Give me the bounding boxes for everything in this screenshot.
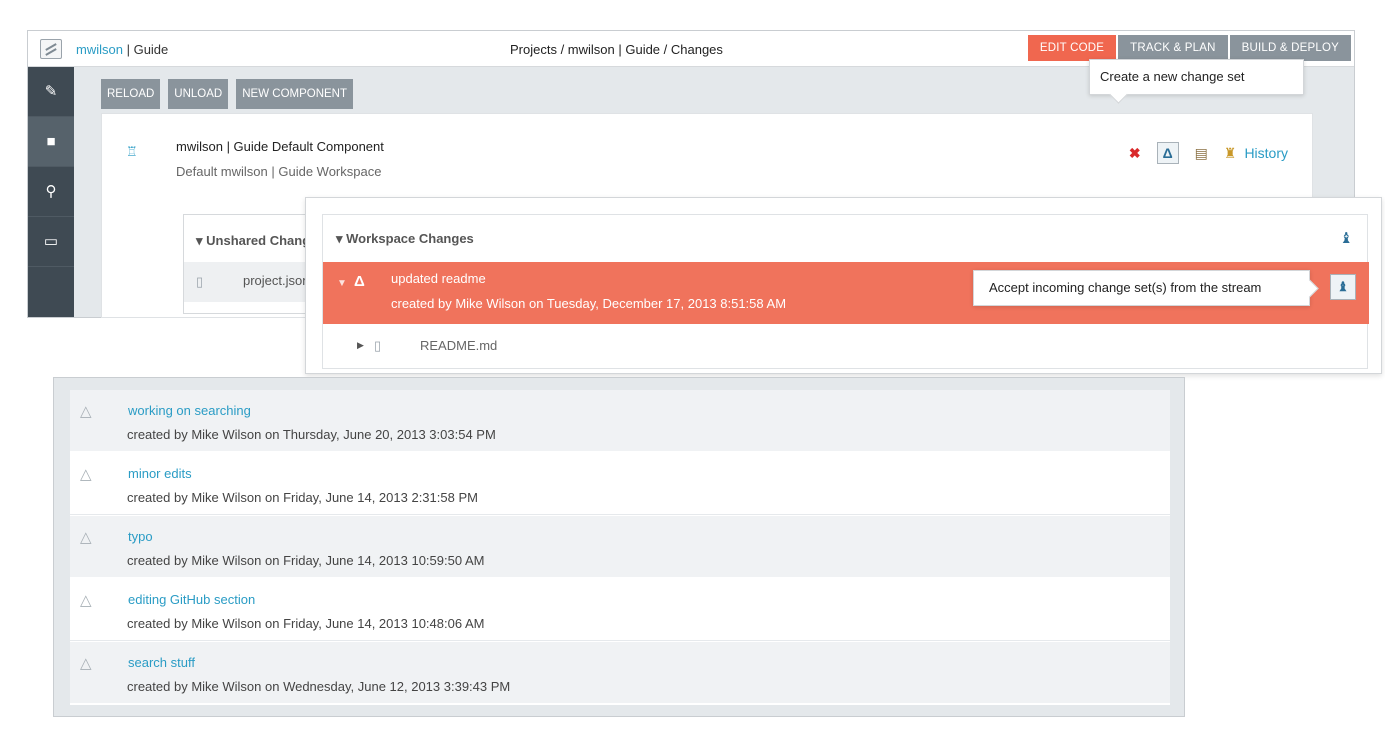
change-set-meta: created by Mike Wilson on Friday, June 1… [127, 490, 478, 505]
component-toolbar: RELOAD UNLOAD NEW COMPONENT [101, 79, 361, 109]
change-set-meta: created by Mike Wilson on Thursday, June… [127, 427, 496, 442]
change-set-icon: △ [80, 592, 92, 609]
change-set-icon: △ [80, 466, 92, 483]
console-icon: ▭ [43, 233, 59, 250]
project-name: Guide [133, 42, 169, 57]
list-item[interactable]: △ working on searching created by Mike W… [70, 390, 1170, 452]
workspace-changes-header[interactable]: ▾ Workspace Changes [336, 231, 474, 247]
sidebar-item-search[interactable]: ⚲ [28, 167, 74, 217]
list-item[interactable]: △ editing GitHub section created by Mike… [70, 579, 1170, 641]
project-separator: | [122, 42, 134, 57]
collapse-caret-icon[interactable]: ▼ [337, 278, 347, 289]
component-icon: ♖ [126, 144, 138, 159]
new-component-button[interactable]: NEW COMPONENT [236, 79, 354, 109]
repository-icon: ■ [46, 133, 56, 150]
change-set-meta: created by Mike Wilson on Tuesday, Decem… [391, 296, 787, 311]
sidebar-item-repository[interactable]: ■ [28, 117, 74, 167]
tab-track-and-plan[interactable]: TRACK & PLAN [1118, 35, 1228, 61]
change-set-meta: created by Mike Wilson on Wednesday, Jun… [127, 679, 511, 694]
change-set-title[interactable]: updated readme [391, 271, 486, 286]
list-item[interactable]: ▶ ▯ README.md [323, 326, 1369, 366]
change-set-icon: Δ [354, 273, 365, 290]
accept-all-icon[interactable]: ♝ [1340, 229, 1353, 247]
search-icon: ⚲ [45, 183, 57, 200]
change-history-list: △ working on searching created by Mike W… [70, 390, 1170, 705]
remove-icon[interactable]: ✖ [1129, 145, 1141, 162]
app-logo-icon[interactable] [40, 39, 62, 59]
accept-change-set-icon[interactable]: ♝ [1330, 274, 1356, 300]
component-title: mwilson | Guide Default Component [176, 139, 384, 154]
change-set-meta: created by Mike Wilson on Friday, June 1… [127, 553, 485, 568]
file-name: README.md [420, 338, 498, 353]
main-nav-tabs: EDIT CODE TRACK & PLAN BUILD & DEPLOY [1026, 35, 1351, 61]
unload-button[interactable]: UNLOAD [168, 79, 229, 109]
side-nav: ✎ ■ ⚲ ▭ [28, 67, 74, 317]
change-set-icon: △ [80, 655, 92, 672]
file-icon: ▯ [196, 274, 204, 289]
history-icon[interactable]: ♜ [1224, 145, 1237, 162]
sidebar-item-console[interactable]: ▭ [28, 217, 74, 267]
list-item[interactable]: △ typo created by Mike Wilson on Friday,… [70, 516, 1170, 578]
snapshot-icon[interactable]: ▤ [1195, 145, 1208, 162]
change-history-panel: △ working on searching created by Mike W… [53, 377, 1185, 717]
change-set-title[interactable]: search stuff [128, 655, 195, 670]
change-set-title[interactable]: editing GitHub section [128, 592, 255, 607]
component-actions: ✖ Δ ▤ ♜ History [1113, 142, 1288, 164]
list-item[interactable]: △ search stuff created by Mike Wilson on… [70, 642, 1170, 704]
expand-caret-icon[interactable]: ▶ [357, 340, 364, 351]
file-icon: ▯ [374, 338, 382, 353]
pencil-icon: ✎ [44, 83, 58, 100]
change-set-meta: created by Mike Wilson on Friday, June 1… [127, 616, 485, 631]
change-set-icon: △ [80, 529, 92, 546]
change-set-icon: △ [80, 403, 92, 420]
file-name: project.json [243, 273, 310, 288]
tab-edit-code[interactable]: EDIT CODE [1027, 35, 1117, 61]
history-link[interactable]: History [1244, 145, 1288, 161]
tooltip-accept-change-sets: Accept incoming change set(s) from the s… [973, 270, 1310, 306]
breadcrumb: Projects / mwilson | Guide / Changes [510, 42, 723, 57]
reload-button[interactable]: RELOAD [101, 79, 161, 109]
sidebar-item-edit[interactable]: ✎ [28, 67, 74, 117]
list-item[interactable]: △ minor edits created by Mike Wilson on … [70, 453, 1170, 515]
project-title: mwilson | Guide [76, 42, 168, 57]
change-set-title[interactable]: typo [128, 529, 153, 544]
change-set-title[interactable]: working on searching [128, 403, 251, 418]
component-subtitle: Default mwilson | Guide Workspace [176, 164, 382, 179]
tooltip-new-change-set: Create a new change set [1089, 59, 1304, 95]
tab-build-and-deploy[interactable]: BUILD & DEPLOY [1229, 35, 1351, 61]
change-set-title[interactable]: minor edits [128, 466, 192, 481]
project-owner-link[interactable]: mwilson [76, 42, 123, 57]
new-change-set-icon[interactable]: Δ [1156, 142, 1179, 164]
